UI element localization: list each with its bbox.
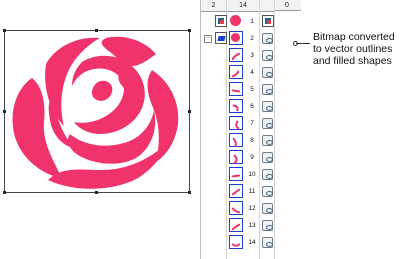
vector-object-icon bbox=[262, 135, 273, 146]
vector-thumbnail bbox=[229, 65, 243, 79]
list-item[interactable]: 9 bbox=[201, 149, 301, 166]
rose-vector-artwork[interactable] bbox=[2, 30, 192, 196]
list-item[interactable]: 7 bbox=[201, 115, 301, 132]
petal-shape-icon bbox=[233, 154, 238, 165]
row-number: 3 bbox=[250, 52, 254, 59]
vector-thumbnail bbox=[229, 201, 243, 215]
vector-object-icon bbox=[262, 101, 273, 112]
list-item[interactable]: 3 bbox=[201, 47, 301, 64]
vector-thumbnail bbox=[229, 99, 243, 113]
row-number: 1 bbox=[250, 18, 254, 25]
vector-object-icon bbox=[262, 33, 273, 44]
row-number: 9 bbox=[250, 154, 254, 161]
group-icon bbox=[215, 32, 227, 44]
petal-shape-icon bbox=[231, 174, 241, 178]
bitmap-thumbnail bbox=[229, 14, 243, 28]
column-header-group: 2 bbox=[201, 0, 226, 12]
vector-object-icon bbox=[262, 152, 273, 163]
petal-shape-icon bbox=[232, 104, 239, 112]
row-number: 5 bbox=[250, 86, 254, 93]
vector-object-icon bbox=[262, 67, 273, 78]
vector-thumbnail bbox=[229, 184, 243, 198]
list-item[interactable]: 13 bbox=[201, 217, 301, 234]
vector-object-icon bbox=[262, 84, 273, 95]
list-item[interactable]: 6 bbox=[201, 98, 301, 115]
row-number: 4 bbox=[250, 69, 254, 76]
column-header-blank bbox=[260, 0, 274, 12]
petal-shape-icon bbox=[231, 70, 240, 78]
design-canvas[interactable] bbox=[2, 29, 192, 196]
row-number: 13 bbox=[248, 222, 256, 229]
vector-object-icon bbox=[262, 169, 273, 180]
list-item[interactable]: 14 bbox=[201, 234, 301, 251]
list-item[interactable]: 10 bbox=[201, 166, 301, 183]
vector-thumbnail bbox=[229, 235, 243, 249]
list-item[interactable]: 1 bbox=[201, 13, 301, 30]
vector-thumbnail bbox=[229, 82, 243, 96]
row-number: 11 bbox=[248, 188, 256, 195]
petal-shape-icon bbox=[232, 137, 237, 148]
callout-annotation: Bitmap converted to vector outlines and … bbox=[313, 31, 413, 67]
petal-shape-icon bbox=[231, 89, 241, 93]
row-number: 10 bbox=[248, 171, 256, 178]
list-item[interactable]: 11 bbox=[201, 183, 301, 200]
vector-object-icon bbox=[262, 50, 273, 61]
list-item[interactable]: 8 bbox=[201, 132, 301, 149]
petal-shape-icon bbox=[231, 207, 241, 214]
list-item[interactable]: 12 bbox=[201, 200, 301, 217]
row-number: 2 bbox=[250, 35, 254, 42]
object-list-panel: 2 14 0 1 − 2 3 4 5 6 7 8 9 10 11 12 13 14 bbox=[200, 0, 301, 259]
callout-line-1: Bitmap converted bbox=[313, 31, 395, 43]
vector-object-icon bbox=[262, 203, 273, 214]
vector-thumbnail bbox=[229, 167, 243, 181]
callout-line-2: to vector outlines bbox=[313, 43, 393, 55]
petal-shape-icon bbox=[235, 120, 240, 130]
vector-thumbnail bbox=[229, 31, 243, 45]
vector-object-icon bbox=[262, 118, 273, 129]
image-icon bbox=[262, 15, 274, 27]
row-number: 7 bbox=[250, 120, 254, 127]
petal-shape-icon bbox=[231, 188, 241, 196]
vector-thumbnail bbox=[229, 150, 243, 165]
list-item[interactable]: 4 bbox=[201, 64, 301, 81]
vector-thumbnail bbox=[229, 133, 243, 148]
vector-object-icon bbox=[262, 237, 273, 248]
rose-petal-shape bbox=[147, 70, 179, 162]
callout-line-3: and filled shapes bbox=[313, 55, 392, 67]
callout-leader-line bbox=[296, 43, 310, 44]
petal-shape-icon bbox=[231, 243, 241, 247]
column-header-zero: 0 bbox=[275, 0, 301, 11]
row-number: 14 bbox=[248, 239, 256, 246]
column-header-objects: 14 bbox=[227, 0, 259, 12]
petal-shape-icon bbox=[231, 52, 241, 61]
petal-shape-icon bbox=[231, 223, 241, 231]
list-item[interactable]: 5 bbox=[201, 81, 301, 98]
vector-thumbnail bbox=[229, 116, 243, 130]
row-number: 8 bbox=[250, 137, 254, 144]
list-item[interactable]: − 2 bbox=[201, 30, 301, 47]
row-number: 12 bbox=[248, 205, 256, 212]
vector-object-icon bbox=[262, 220, 273, 231]
vector-thumbnail bbox=[229, 218, 243, 232]
vector-thumbnail bbox=[229, 48, 243, 62]
vector-object-icon bbox=[262, 186, 273, 197]
row-number: 6 bbox=[250, 103, 254, 110]
rose-petal-shape bbox=[91, 80, 113, 101]
tree-expander[interactable]: − bbox=[204, 35, 212, 43]
image-icon bbox=[215, 15, 227, 27]
